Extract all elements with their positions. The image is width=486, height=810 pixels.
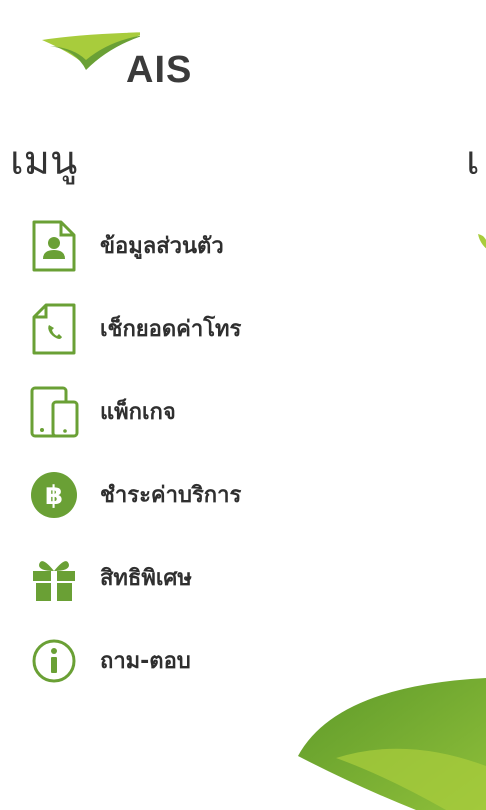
next-panel-leaf-icon bbox=[478, 234, 486, 249]
menu-item-pay-bill[interactable]: ฿ ชำระค่าบริการ bbox=[0, 453, 420, 536]
ais-logo-swoosh-icon bbox=[42, 32, 150, 70]
menu-item-label: ข้อมูลส่วนตัว bbox=[100, 234, 224, 259]
menu-item-check-balance[interactable]: เช็กยอดค่าโทร bbox=[0, 287, 420, 370]
menu-item-privileges[interactable]: สิทธิพิเศษ bbox=[0, 536, 420, 619]
menu-item-label: ชำระค่าบริการ bbox=[100, 483, 242, 508]
menu-list: ข้อมูลส่วนตัว เช็กยอดค่าโทร แพ็กเกจ ฿ ชำ… bbox=[0, 204, 420, 702]
menu-item-profile[interactable]: ข้อมูลส่วนตัว bbox=[0, 204, 420, 287]
baht-coin-icon: ฿ bbox=[28, 469, 80, 521]
profile-document-icon bbox=[28, 220, 80, 272]
next-panel-title-partial: เ bbox=[466, 138, 480, 184]
menu-item-label: แพ็กเกจ bbox=[100, 400, 176, 425]
leaf-decoration-icon bbox=[298, 678, 486, 810]
devices-icon bbox=[28, 386, 80, 438]
menu-item-label: เช็กยอดค่าโทร bbox=[100, 317, 242, 342]
menu-item-label: สิทธิพิเศษ bbox=[100, 566, 192, 591]
svg-text:฿: ฿ bbox=[45, 481, 63, 511]
gift-icon bbox=[28, 552, 80, 604]
brand-name: AIS bbox=[126, 49, 193, 91]
menu-title: เมนู bbox=[10, 138, 78, 184]
menu-item-label: ถาม-ตอบ bbox=[100, 649, 191, 674]
ais-logo: AIS bbox=[40, 30, 200, 90]
info-icon bbox=[28, 635, 80, 687]
phone-document-icon bbox=[28, 303, 80, 355]
menu-item-package[interactable]: แพ็กเกจ bbox=[0, 370, 420, 453]
